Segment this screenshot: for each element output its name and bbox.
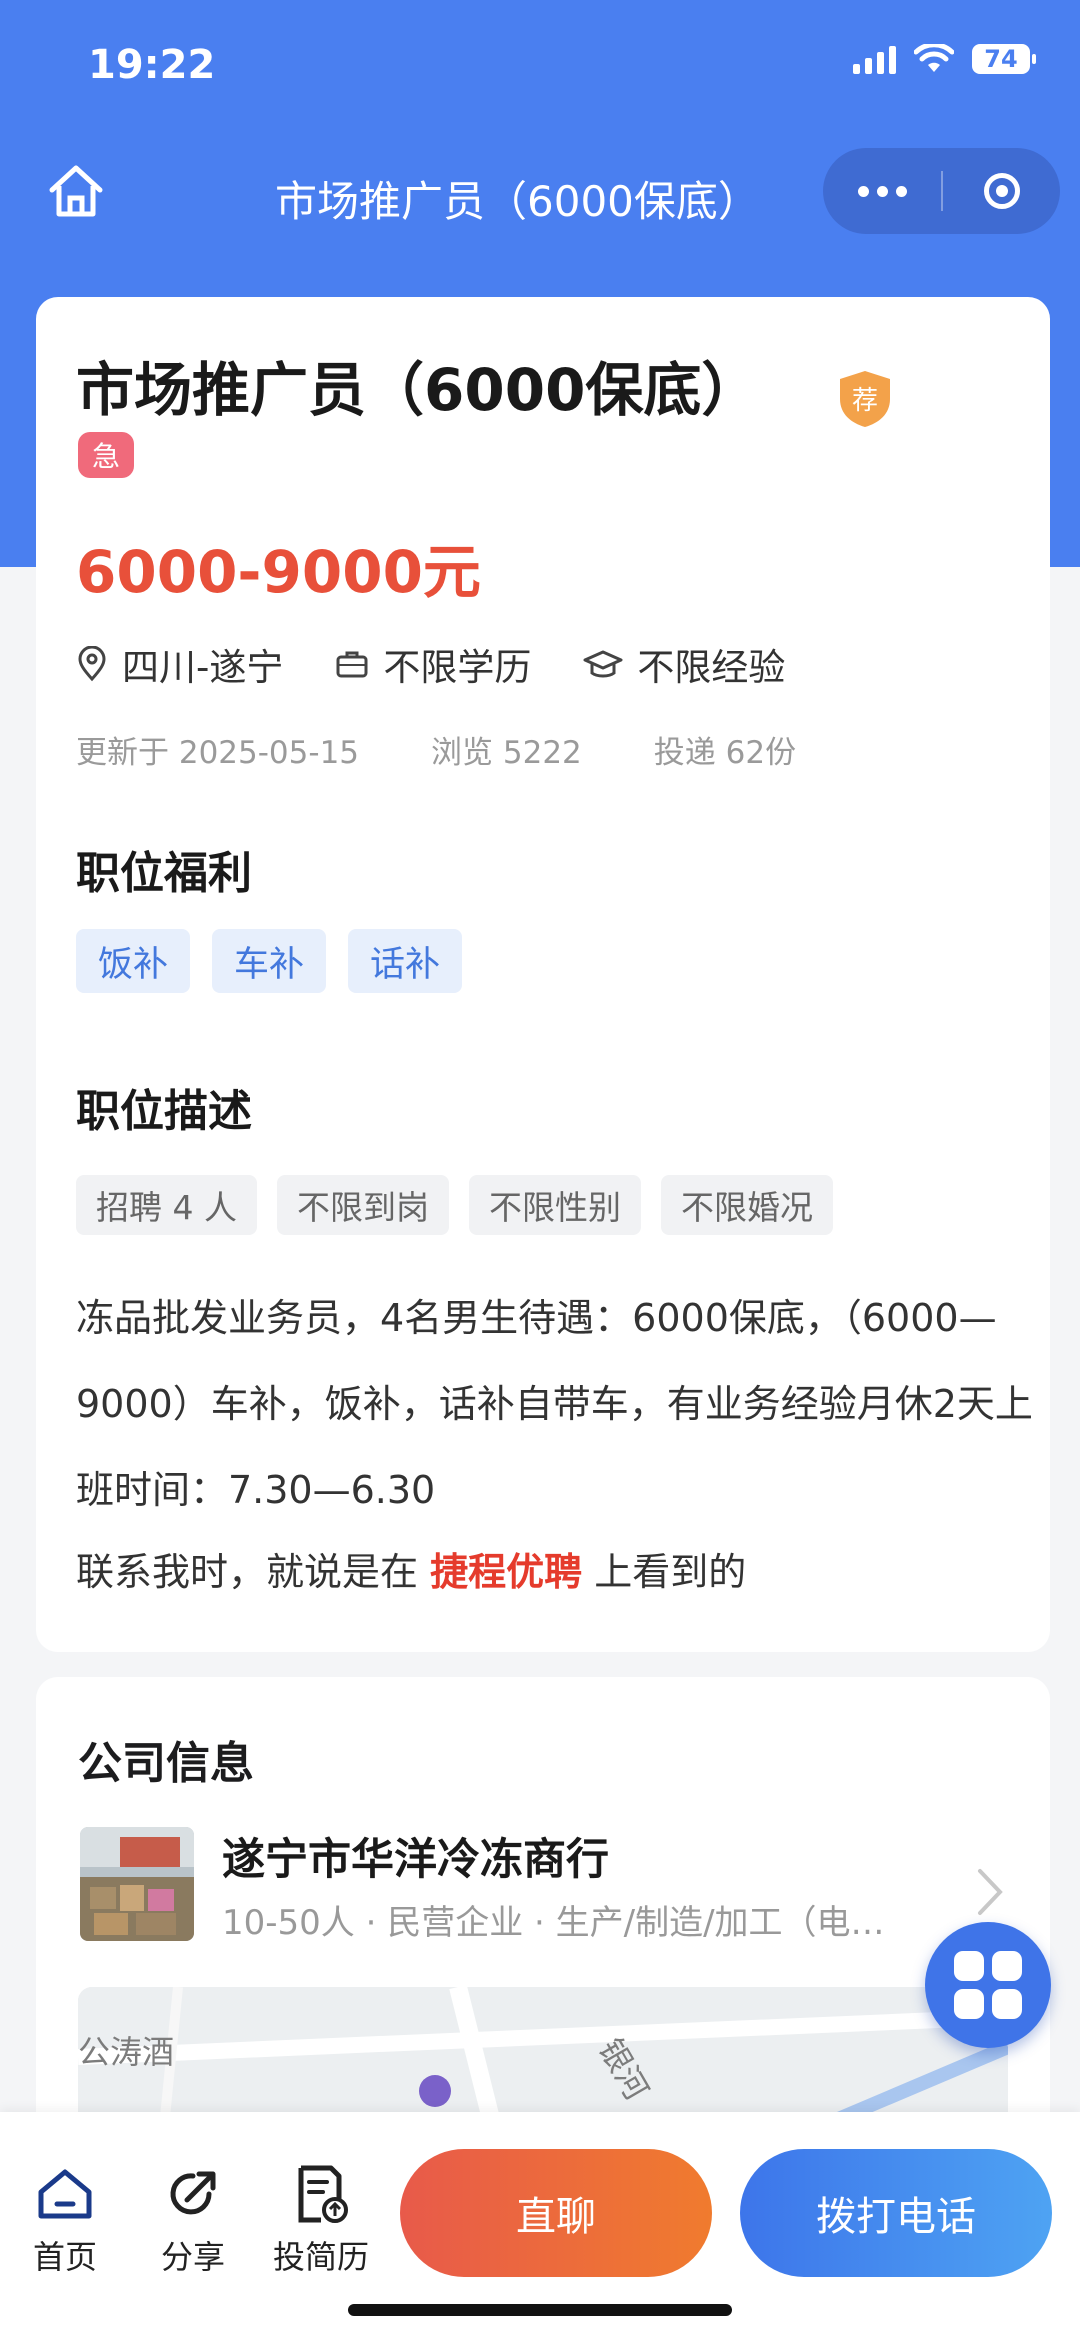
tab-share-label: 分享 [160,2238,225,2276]
education-item: 不限学历 [335,637,531,691]
benefit-tag: 饭补 [76,929,191,993]
description-title: 职位描述 [76,1086,252,1137]
home-icon [38,2169,92,2219]
description-tag: 不限到岗 [276,1175,449,1235]
description-text: 冻品批发业务员，4名男生待遇：6000保底，（6000—9000）车补，饭补，话… [76,1296,1033,1512]
experience-text: 不限经验 [637,646,786,689]
description-tag: 招聘 4 人 [76,1175,257,1235]
salary: 6000-9000元 [76,538,481,606]
miniprogram-capsule [823,148,1060,234]
location-item: 四川-遂宁 [76,637,283,691]
application-count: 投递 62份 [653,735,797,771]
status-icons: 74 [853,44,1036,74]
updated-date: 更新于 2025-05-15 [76,735,360,771]
resume-upload-icon [298,2165,348,2223]
benefit-tag: 话补 [348,929,463,993]
benefits-title: 职位福利 [76,848,252,899]
contact-note: 联系我时，就说是在 捷程优聘 上看到的 [76,1541,746,1596]
close-button[interactable] [943,148,1060,234]
company-logo[interactable] [80,1827,194,1941]
status-time: 19:22 [88,42,216,88]
tab-resume-label: 投简历 [272,2238,369,2276]
home-indicator [348,2304,732,2316]
more-button[interactable] [823,148,941,234]
graduation-cap-icon [583,650,623,678]
company-section-title: 公司信息 [78,1738,254,1789]
briefcase-icon [336,651,368,678]
benefits-list: 饭补 车补 话补 [76,929,463,993]
education-text: 不限学历 [383,646,532,689]
company-info: 10-50人 · 民营企业 · 生产/制造/加工（电… [222,1903,885,1943]
map-label: 公涛酒 [78,2033,174,2071]
tab-share[interactable]: 分享 [138,2164,248,2278]
benefit-tag: 车补 [212,929,327,993]
view-count: 浏览 5222 [431,735,582,771]
chevron-right-icon[interactable] [976,1867,1004,1917]
brand-name: 捷程优聘 [430,1550,583,1594]
meta-row: 更新于 2025-05-15 浏览 5222 投递 62份 [76,727,868,772]
chat-button[interactable]: 直聊 [400,2149,712,2277]
svg-text:荐: 荐 [852,386,878,416]
share-icon [170,2171,216,2215]
location-text: 四川-遂宁 [122,646,284,689]
signal-icon [853,44,896,74]
company-name[interactable]: 遂宁市华洋冷冻商行 [222,1825,609,1887]
description-tags: 招聘 4 人 不限到岗 不限性别 不限婚况 [76,1175,833,1235]
home-icon[interactable] [44,160,108,224]
nav-title: 市场推广员（6000保底） [275,177,760,226]
urgent-tag: 急 [78,432,134,478]
description-tag: 不限婚况 [660,1175,833,1235]
tab-home[interactable]: 首页 [10,2164,120,2278]
description-tag: 不限性别 [468,1175,641,1235]
contact-suffix: 上看到的 [594,1550,747,1594]
requirements-row: 四川-遂宁 不限学历 不限经验 [76,637,837,691]
location-pin-icon [78,646,106,682]
job-card: 市场推广员（6000保底） 荐 急 6000-9000元 四川-遂宁 不限学历 [36,297,1050,1652]
job-title: 市场推广员（6000保底） [76,356,760,424]
battery-icon: 74 [972,44,1036,74]
tab-home-label: 首页 [32,2238,97,2276]
call-button[interactable]: 拨打电话 [740,2149,1052,2277]
recommend-badge: 荐 [840,371,890,427]
tab-resume[interactable]: 投简历 [266,2164,376,2278]
floating-menu-button[interactable] [925,1922,1051,2048]
experience-item: 不限经验 [583,637,785,691]
target-icon [983,173,1020,209]
wifi-icon [914,44,954,72]
contact-prefix: 联系我时，就说是在 [76,1550,419,1594]
